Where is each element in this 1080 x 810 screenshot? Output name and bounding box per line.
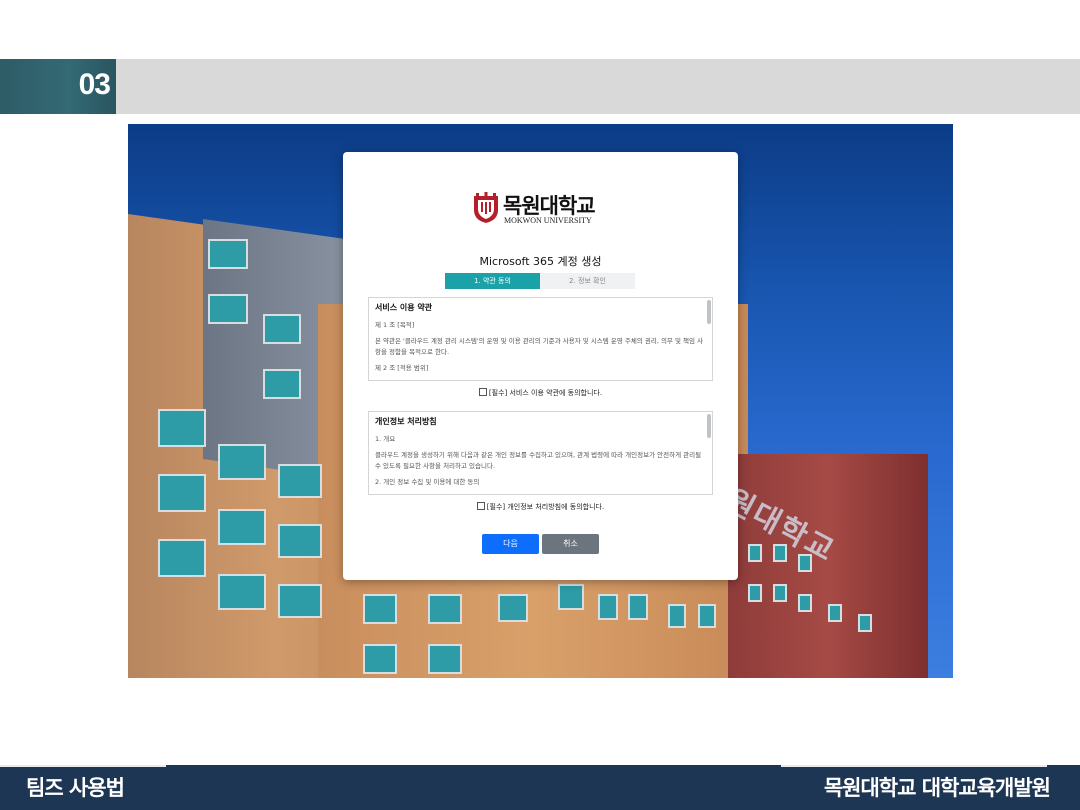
window (698, 604, 716, 628)
service-terms-box[interactable]: 서비스 이용 약관 제 1 조 [목적] 본 약관은 '클라우드 계정 관리 시… (368, 297, 713, 381)
dialog-title: Microsoft 365 계정 생성 (479, 255, 602, 268)
window (748, 584, 762, 602)
window (498, 594, 528, 622)
footer-divider-right (781, 765, 1047, 767)
service-terms-scrollbar[interactable] (707, 300, 711, 324)
step-indicator: 1. 약관 동의 2. 정보 확인 (445, 273, 635, 289)
window (218, 574, 266, 610)
service-terms-line: 제 2 조 [적용 범위] (375, 364, 429, 372)
window (278, 584, 322, 618)
service-agree-checkbox[interactable] (478, 388, 487, 396)
university-logo: 목원대학교 MOKWON UNIVERSITY (472, 190, 612, 226)
window (558, 584, 584, 610)
footer-right-text: 목원대학교 대학교육개발원 (823, 776, 1051, 800)
window (218, 444, 266, 480)
window (208, 239, 248, 269)
privacy-agree-label[interactable]: [필수] 개인정보 처리방침에 동의합니다. (487, 503, 604, 511)
section-number-badge: 03 (0, 59, 116, 114)
privacy-policy-scrollbar[interactable] (707, 414, 711, 438)
service-agree-row[interactable]: [필수] 서비스 이용 약관에 동의합니다. (343, 388, 738, 398)
service-terms-heading: 서비스 이용 약관 (375, 303, 433, 312)
section-number: 03 (78, 68, 111, 101)
privacy-policy-line: 1. 개요 (375, 435, 396, 443)
cancel-button[interactable]: 취소 (542, 534, 599, 554)
logo-english-text: MOKWON UNIVERSITY (504, 216, 592, 225)
window (363, 644, 397, 674)
window (428, 644, 462, 674)
window (773, 584, 787, 602)
privacy-policy-line: 2. 개인 정보 수집 및 이용에 대한 동의 (375, 478, 480, 486)
window (158, 474, 206, 512)
window (428, 594, 462, 624)
window (208, 294, 248, 324)
window (858, 614, 872, 632)
window (263, 369, 301, 399)
window (278, 524, 322, 558)
window (263, 314, 301, 344)
step-terms: 1. 약관 동의 (445, 273, 540, 289)
window (628, 594, 648, 620)
window (668, 604, 686, 628)
account-creation-dialog: 목원대학교 MOKWON UNIVERSITY Microsoft 365 계정… (343, 152, 738, 580)
privacy-policy-line: 클라우드 계정을 생성하기 위해 다음과 같은 개인 정보를 수집하고 있으며,… (375, 451, 702, 470)
next-button[interactable]: 다음 (482, 534, 539, 554)
window (828, 604, 842, 622)
service-terms-line: 제 1 조 [목적] (375, 321, 415, 329)
window (363, 594, 397, 624)
privacy-policy-box[interactable]: 개인정보 처리방침 1. 개요 클라우드 계정을 생성하기 위해 다음과 같은 … (368, 411, 713, 495)
privacy-agree-checkbox[interactable] (476, 502, 485, 510)
window (218, 509, 266, 545)
window (158, 539, 206, 577)
footer-left-text: 팀즈 사용법 (26, 776, 125, 800)
window (748, 544, 762, 562)
footer-divider-left (0, 765, 166, 767)
window (598, 594, 618, 620)
window (278, 464, 322, 498)
window (158, 409, 206, 447)
privacy-agree-row[interactable]: [필수] 개인정보 처리방침에 동의합니다. (343, 502, 738, 512)
service-terms-line: 본 약관은 '클라우드 계정 관리 시스템'의 운영 및 이용 관리의 기준과 … (375, 337, 704, 356)
privacy-policy-heading: 개인정보 처리방침 (375, 417, 437, 426)
service-agree-label[interactable]: [필수] 서비스 이용 약관에 동의합니다. (489, 389, 602, 397)
step-confirm: 2. 정보 확인 (540, 273, 635, 289)
window (798, 594, 812, 612)
university-emblem-icon (474, 192, 498, 223)
header-bar (116, 59, 1080, 114)
